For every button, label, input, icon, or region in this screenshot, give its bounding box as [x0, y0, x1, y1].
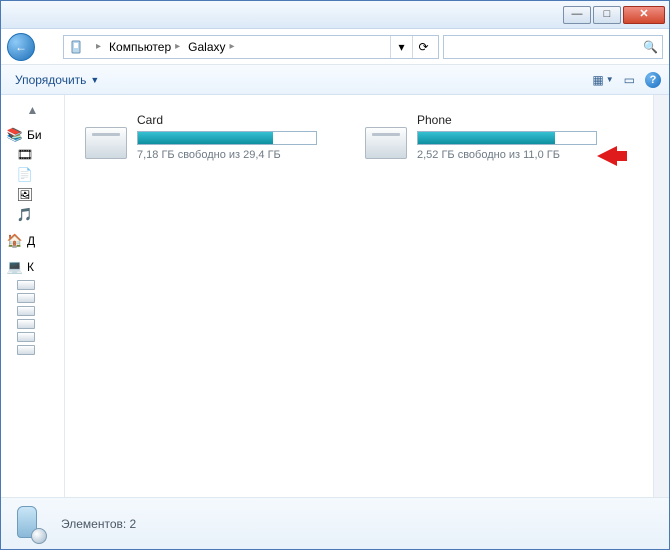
breadcrumb-label: Компьютер	[109, 40, 171, 54]
chevron-down-icon: ▼	[606, 75, 614, 84]
body: ▲ 📚 Би 🎞 📄 🖼 🎵 🏠 Д 💻	[1, 95, 669, 497]
drive-free-text: 2,52 ГБ свободно из 11,0 ГБ	[417, 149, 605, 161]
sidebar-group-label[interactable]: 🏠 Д	[3, 231, 62, 251]
drive-free-text: 7,18 ГБ свободно из 29,4 ГБ	[137, 149, 325, 161]
breadcrumb-galaxy[interactable]: Galaxy ▸	[184, 36, 238, 58]
chevron-down-icon: ▼	[90, 75, 99, 85]
library-icon: 📚	[7, 127, 23, 143]
search-input[interactable]	[448, 40, 643, 54]
sidebar-item-drive[interactable]	[17, 306, 35, 316]
vertical-scrollbar[interactable]	[653, 95, 669, 497]
sidebar-group-label[interactable]: 📚 Би	[3, 125, 62, 145]
capacity-fill	[418, 132, 555, 144]
sidebar-item-pictures[interactable]: 🖼	[3, 185, 62, 205]
content-area[interactable]: Card 7,18 ГБ свободно из 29,4 ГБ Phone	[65, 95, 669, 497]
back-button[interactable]: ←	[7, 33, 35, 61]
sidebar-group-homegroup: 🏠 Д	[3, 231, 62, 251]
sidebar-group-label[interactable]: 💻 К	[3, 257, 62, 277]
search-icon: 🔍	[643, 40, 658, 54]
explorer-window: — □ ✕ ← → ▸ Компьютер ▸ Galaxy ▸ ▾ ⟳	[0, 0, 670, 550]
view-icon: ▦	[592, 73, 603, 87]
capacity-fill	[138, 132, 273, 144]
sidebar-item-drive[interactable]	[17, 280, 35, 290]
forward-button[interactable]: →	[31, 33, 59, 61]
forward-icon: →	[39, 40, 51, 54]
chevron-down-icon: ▾	[398, 40, 404, 54]
pictures-icon: 🖼	[17, 187, 33, 203]
preview-pane-button[interactable]: ▭	[624, 73, 635, 87]
drive-name: Phone	[417, 113, 605, 127]
drive-info: Phone 2,52 ГБ свободно из 11,0 ГБ	[417, 113, 605, 161]
drive-phone[interactable]: Phone 2,52 ГБ свободно из 11,0 ГБ	[365, 113, 605, 161]
sidebar-item-drive[interactable]	[17, 293, 35, 303]
breadcrumb-label: Galaxy	[188, 40, 225, 54]
status-bar: Элементов: 2	[1, 497, 669, 549]
preview-pane-icon: ▭	[624, 73, 635, 87]
back-icon: ←	[15, 40, 27, 54]
titlebar: — □ ✕	[1, 1, 669, 29]
sidebar-item-drive[interactable]	[17, 319, 35, 329]
sidebar-item-drive[interactable]	[17, 345, 35, 355]
drive-list: Card 7,18 ГБ свободно из 29,4 ГБ Phone	[85, 113, 649, 161]
sidebar-item-documents[interactable]: 📄	[3, 165, 62, 185]
sidebar-item-drive[interactable]	[17, 332, 35, 342]
view-options-button[interactable]: ▦ ▼	[592, 73, 613, 87]
close-icon: ✕	[639, 9, 648, 20]
chevron-up-icon: ▲	[27, 103, 39, 117]
maximize-icon: □	[604, 9, 611, 20]
address-bar[interactable]: ▸ Компьютер ▸ Galaxy ▸ ▾ ⟳	[63, 35, 439, 59]
help-icon: ?	[645, 72, 661, 88]
breadcrumb-computer[interactable]: Компьютер ▸	[105, 36, 184, 58]
maximize-button[interactable]: □	[593, 6, 621, 24]
toolbar: Упорядочить ▼ ▦ ▼ ▭ ?	[1, 65, 669, 95]
organize-label: Упорядочить	[15, 73, 86, 87]
drive-info: Card 7,18 ГБ свободно из 29,4 ГБ	[137, 113, 325, 161]
storage-icon	[365, 127, 407, 159]
minimize-button[interactable]: —	[563, 6, 591, 24]
navigation-row: ← → ▸ Компьютер ▸ Galaxy ▸ ▾ ⟳ 🔍	[1, 29, 669, 65]
address-dropdown-button[interactable]: ▾	[390, 36, 412, 58]
capacity-bar	[137, 131, 317, 145]
chevron-right-icon: ▸	[96, 41, 101, 52]
sidebar-group-libraries: 📚 Би 🎞 📄 🖼 🎵	[3, 125, 62, 225]
drive-card[interactable]: Card 7,18 ГБ свободно из 29,4 ГБ	[85, 113, 325, 161]
organize-button[interactable]: Упорядочить ▼	[9, 71, 105, 89]
storage-icon	[85, 127, 127, 159]
video-icon: 🎞	[17, 147, 33, 163]
capacity-bar	[417, 131, 597, 145]
sidebar-scroll-up[interactable]: ▲	[3, 101, 62, 119]
nav-buttons: ← →	[7, 33, 59, 61]
refresh-button[interactable]: ⟳	[412, 36, 434, 58]
search-box[interactable]: 🔍	[443, 35, 663, 59]
close-button[interactable]: ✕	[623, 6, 665, 24]
music-icon: 🎵	[17, 207, 33, 223]
sidebar-label-text: Би	[27, 128, 42, 142]
computer-icon: 💻	[7, 259, 23, 275]
document-icon: 📄	[17, 167, 33, 183]
minimize-icon: —	[572, 9, 583, 20]
device-icon	[68, 39, 84, 55]
nav-pane: ▲ 📚 Би 🎞 📄 🖼 🎵 🏠 Д 💻	[1, 95, 65, 497]
drive-name: Card	[137, 113, 325, 127]
sidebar-label-text: Д	[27, 234, 35, 248]
annotation-arrow-icon	[597, 146, 617, 166]
chevron-right-icon: ▸	[230, 41, 235, 52]
refresh-icon: ⟳	[418, 40, 428, 54]
status-text: Элементов: 2	[61, 517, 136, 531]
device-large-icon	[13, 504, 47, 544]
homegroup-icon: 🏠	[7, 233, 23, 249]
sidebar-group-computer: 💻 К	[3, 257, 62, 355]
breadcrumb-root[interactable]: ▸	[88, 36, 105, 58]
sidebar-item-videos[interactable]: 🎞	[3, 145, 62, 165]
sidebar-label-text: К	[27, 260, 34, 274]
help-button[interactable]: ?	[645, 72, 661, 88]
chevron-right-icon: ▸	[175, 41, 180, 52]
sidebar-item-music[interactable]: 🎵	[3, 205, 62, 225]
